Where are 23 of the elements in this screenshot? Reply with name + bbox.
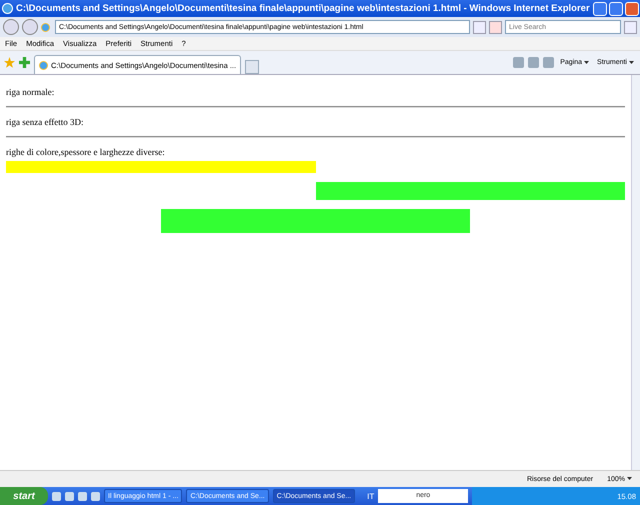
forward-button[interactable] <box>22 19 38 35</box>
page-text: righe di colore,spessore e larghezze diverse: <box>6 147 166 157</box>
browser-icon <box>2 3 13 14</box>
caret-icon <box>584 60 590 64</box>
page-text: riga senza effetto 3D: <box>6 117 85 127</box>
close-button[interactable] <box>624 2 639 16</box>
stop-button[interactable] <box>489 20 502 34</box>
caret-icon <box>627 477 632 480</box>
caret-icon <box>629 60 634 64</box>
new-tab-button[interactable] <box>245 60 260 74</box>
back-button[interactable] <box>3 19 19 35</box>
language-indicator[interactable]: IT <box>367 492 374 500</box>
page-icon <box>41 22 50 32</box>
start-button[interactable]: start <box>0 487 48 505</box>
page-text: riga normale: <box>6 87 56 97</box>
scrollbar[interactable] <box>631 75 640 470</box>
window-title: C:\Documents and Settings\Angelo\Documenti\tesina finale\appunti\pagine web\intestazioni 1.html - Windows Internet Explorer <box>16 3 590 14</box>
plus-icon[interactable] <box>19 57 30 68</box>
maximize-button[interactable] <box>608 2 623 16</box>
minimize-button[interactable] <box>592 2 607 16</box>
star-icon[interactable] <box>4 57 15 68</box>
search-button[interactable] <box>624 20 637 34</box>
refresh-button[interactable] <box>473 20 486 34</box>
